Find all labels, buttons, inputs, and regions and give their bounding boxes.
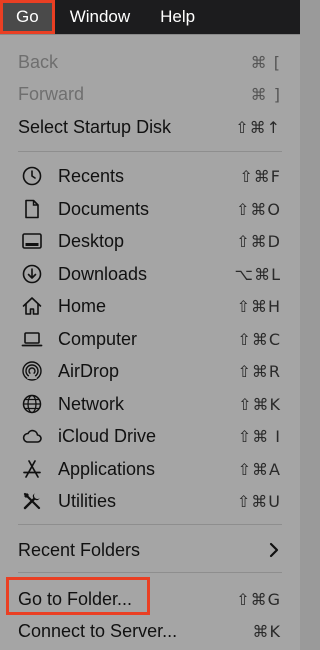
shortcut-label: ⌘ [ — [250, 52, 281, 72]
shortcut-label: ⇧⌘K — [238, 394, 281, 414]
menu-item-icloud-drive[interactable]: iCloud Drive ⇧⌘ I — [0, 420, 300, 452]
shortcut-label: ⇧⌘ I — [237, 426, 281, 446]
menu-item-computer[interactable]: Computer ⇧⌘C — [0, 323, 300, 355]
menu-separator — [18, 524, 282, 525]
shortcut-label: ⇧⌘A — [237, 459, 281, 479]
shortcut-label: ⇧⌘↑ — [235, 117, 281, 137]
shortcut-label: ⌥⌘L — [234, 264, 281, 284]
menu-item-forward[interactable]: Forward ⌘ ] — [0, 78, 300, 110]
document-icon — [20, 198, 44, 220]
shortcut-label: ⇧⌘F — [239, 166, 281, 186]
menu-item-home[interactable]: Home ⇧⌘H — [0, 290, 300, 322]
desktop-icon — [20, 230, 44, 252]
menubar-go[interactable]: Go — [0, 0, 55, 34]
menu-item-recent-folders[interactable]: Recent Folders — [0, 534, 300, 566]
menu-item-desktop[interactable]: Desktop ⇧⌘D — [0, 225, 300, 257]
menu-item-recents[interactable]: Recents ⇧⌘F — [0, 160, 300, 192]
menu-item-label: Desktop — [58, 230, 125, 251]
menu-item-select-startup-disk[interactable]: Select Startup Disk ⇧⌘↑ — [0, 111, 300, 143]
menu-item-label: Network — [58, 393, 125, 414]
menubar-help[interactable]: Help — [145, 0, 210, 34]
menu-item-airdrop[interactable]: AirDrop ⇧⌘R — [0, 355, 300, 387]
shortcut-label: ⇧⌘C — [237, 329, 281, 349]
menu-item-documents[interactable]: Documents ⇧⌘O — [0, 193, 300, 225]
menu-separator — [18, 572, 282, 573]
menu-item-label: Forward — [18, 83, 85, 104]
clock-icon — [20, 165, 44, 187]
applications-icon — [20, 458, 44, 480]
menu-item-label: Utilities — [58, 490, 117, 511]
menu-separator — [18, 151, 282, 152]
menu-item-applications[interactable]: Applications ⇧⌘A — [0, 453, 300, 485]
menu-item-label: Connect to Server... — [18, 620, 178, 641]
menu-item-network[interactable]: Network ⇧⌘K — [0, 388, 300, 420]
menu-item-utilities[interactable]: Utilities ⇧⌘U — [0, 485, 300, 517]
shortcut-label: ⇧⌘H — [236, 296, 281, 316]
menu-item-connect-to-server[interactable]: Connect to Server... ⌘K — [0, 615, 300, 647]
laptop-icon — [20, 328, 44, 350]
chevron-right-icon — [269, 542, 279, 558]
cloud-icon — [20, 425, 44, 447]
globe-icon — [20, 393, 44, 415]
shortcut-label: ⇧⌘U — [236, 491, 281, 511]
menubar-window[interactable]: Window — [55, 0, 145, 34]
menu-item-label: Recent Folders — [18, 539, 141, 560]
menu-item-label: Recents — [58, 165, 125, 186]
home-icon — [20, 295, 44, 317]
menu-item-label: AirDrop — [58, 360, 120, 381]
shortcut-label: ⇧⌘D — [236, 231, 281, 251]
menu-item-label: Back — [18, 51, 59, 72]
menu-item-label: Home — [58, 295, 107, 316]
shortcut-label: ⇧⌘O — [236, 199, 281, 219]
highlight-box — [6, 577, 150, 615]
airdrop-icon — [20, 360, 44, 382]
menu-bar: Go Window Help — [0, 0, 300, 34]
menu-item-label: Computer — [58, 328, 138, 349]
download-icon — [20, 263, 44, 285]
menu-item-label: Documents — [58, 198, 150, 219]
shortcut-label: ⇧⌘G — [236, 589, 281, 609]
menu-item-downloads[interactable]: Downloads ⌥⌘L — [0, 258, 300, 290]
menu-item-label: Select Startup Disk — [18, 116, 172, 137]
tools-icon — [20, 490, 44, 512]
shortcut-label: ⌘K — [252, 621, 281, 641]
menu-item-label: iCloud Drive — [58, 425, 157, 446]
menu-item-back[interactable]: Back ⌘ [ — [0, 46, 300, 78]
go-menu: Back ⌘ [ Forward ⌘ ] Select Startup Disk… — [0, 34, 300, 650]
menu-item-label: Applications — [58, 458, 156, 479]
shortcut-label: ⌘ ] — [250, 84, 281, 104]
shortcut-label: ⇧⌘R — [237, 361, 281, 381]
menu-item-label: Downloads — [58, 263, 148, 284]
